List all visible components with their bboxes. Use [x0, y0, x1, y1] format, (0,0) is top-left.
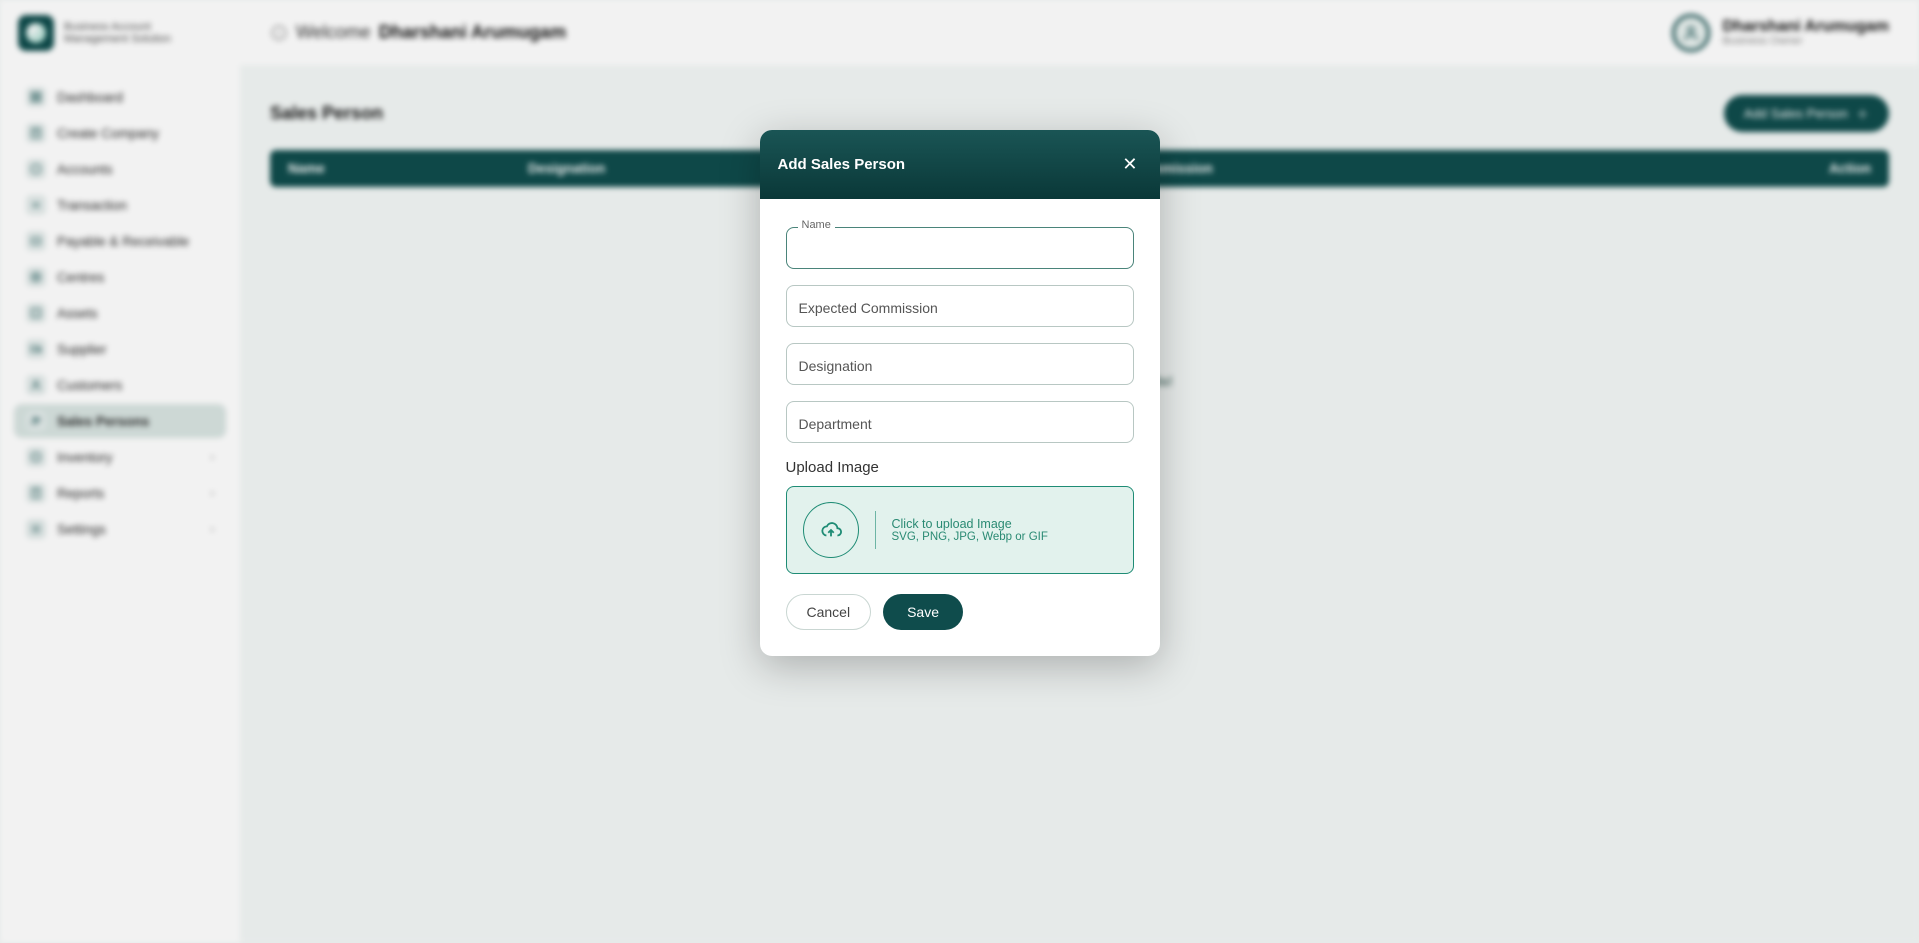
- modal-header: Add Sales Person ✕: [760, 130, 1160, 199]
- modal-actions: Cancel Save: [786, 594, 1134, 630]
- name-label: Name: [798, 219, 835, 231]
- field-designation: [786, 343, 1134, 385]
- cancel-button[interactable]: Cancel: [786, 594, 872, 630]
- divider: [875, 511, 876, 549]
- modal-body: Name Upload Image Click to upload Image: [760, 199, 1160, 656]
- modal-title: Add Sales Person: [778, 156, 906, 173]
- modal-overlay: Add Sales Person ✕ Name Upload Image: [0, 0, 1919, 943]
- upload-text: Click to upload Image SVG, PNG, JPG, Web…: [892, 517, 1048, 543]
- add-sales-person-modal: Add Sales Person ✕ Name Upload Image: [760, 130, 1160, 656]
- department-input[interactable]: [786, 401, 1134, 443]
- cloud-upload-icon: [803, 502, 859, 558]
- upload-dropzone[interactable]: Click to upload Image SVG, PNG, JPG, Web…: [786, 486, 1134, 574]
- field-commission: [786, 285, 1134, 327]
- field-department: [786, 401, 1134, 443]
- commission-input[interactable]: [786, 285, 1134, 327]
- close-button[interactable]: ✕: [1118, 150, 1141, 179]
- designation-input[interactable]: [786, 343, 1134, 385]
- upload-section-label: Upload Image: [786, 459, 1134, 476]
- name-input[interactable]: [786, 227, 1134, 269]
- upload-line2: SVG, PNG, JPG, Webp or GIF: [892, 531, 1048, 543]
- upload-line1: Click to upload Image: [892, 517, 1048, 531]
- field-name: Name: [786, 227, 1134, 269]
- save-button[interactable]: Save: [883, 594, 963, 630]
- close-icon: ✕: [1122, 154, 1137, 174]
